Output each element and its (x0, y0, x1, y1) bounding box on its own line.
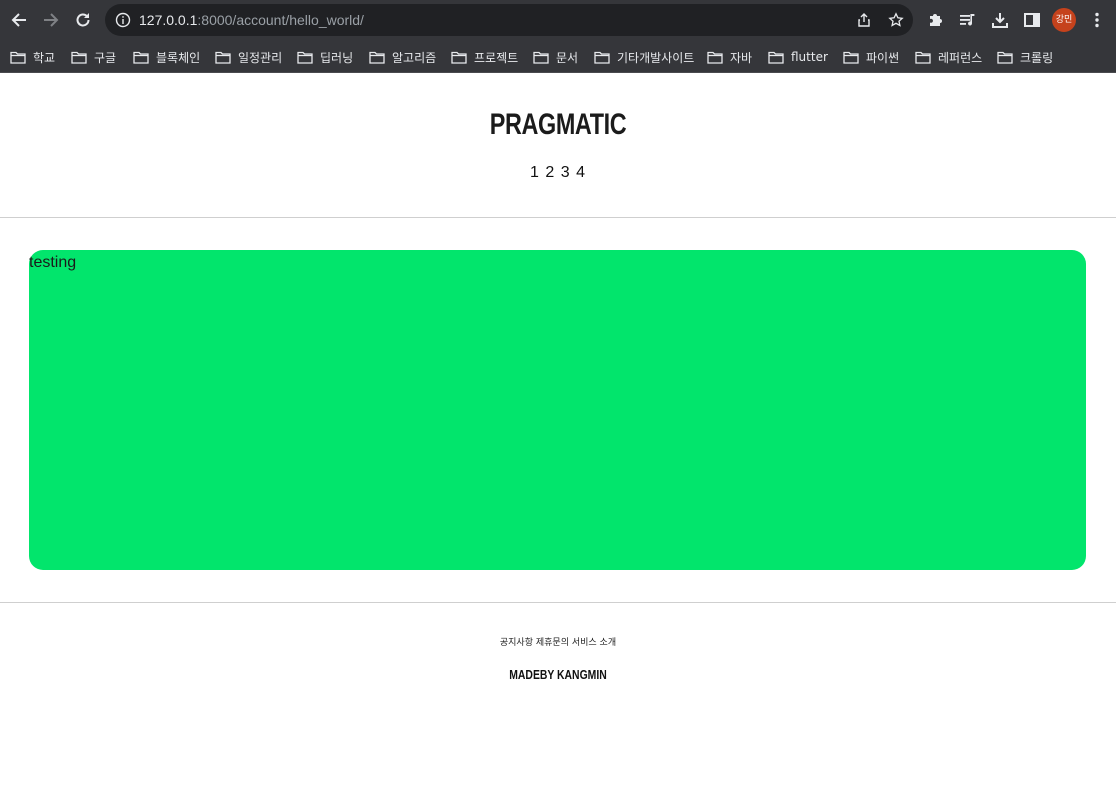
bookmark-item[interactable]: flutter (768, 48, 828, 66)
bookmark-star-icon[interactable] (888, 12, 904, 28)
bookmark-item[interactable]: 자바 (707, 48, 752, 66)
back-button[interactable] (7, 8, 31, 32)
bookmark-item[interactable]: 문서 (533, 48, 578, 66)
forward-arrow-icon (44, 13, 59, 27)
bookmark-label: 딥러닝 (320, 50, 354, 65)
bookmark-label: 문서 (556, 50, 579, 65)
menu-button[interactable] (1087, 10, 1107, 30)
bookmark-item[interactable]: 기타개발사이트 (594, 48, 694, 66)
reload-button[interactable] (71, 8, 95, 32)
bookmark-item[interactable]: 딥러닝 (297, 48, 353, 66)
bookmark-item[interactable]: 레퍼런스 (915, 48, 982, 66)
bookmark-label: 파이썬 (866, 50, 900, 65)
reload-icon (76, 13, 90, 27)
folder-icon (297, 51, 313, 64)
content-text: testing (29, 254, 77, 271)
forward-button[interactable] (39, 8, 63, 32)
profile-avatar[interactable]: 강민 (1052, 8, 1076, 32)
bookmark-label: flutter (791, 50, 828, 64)
url-text[interactable]: 127.0.0.1:8000/account/hello_world/ (139, 12, 364, 28)
bookmark-label: 레퍼런스 (938, 50, 983, 65)
folder-icon (369, 51, 385, 64)
info-icon[interactable] (115, 12, 131, 28)
kebab-menu-icon (1095, 12, 1099, 28)
content-box: testing (29, 250, 1086, 570)
bookmark-item[interactable]: 학교 (10, 48, 55, 66)
download-icon (992, 13, 1008, 28)
bookmark-label: 프로젝트 (474, 50, 519, 65)
extensions-button[interactable] (926, 10, 946, 30)
folder-icon (215, 51, 231, 64)
folder-icon (915, 51, 931, 64)
url-host: 127.0.0.1 (139, 12, 198, 28)
site-header: PRAGMATIC 1 2 3 4 (0, 74, 1116, 218)
bookmark-label: 크롤링 (1020, 50, 1054, 65)
footer-brand: MADEBY KANGMIN (509, 667, 607, 682)
bookmark-label: 학교 (33, 50, 56, 65)
side-panel-button[interactable] (1022, 10, 1042, 30)
bookmark-item[interactable]: 크롤링 (997, 48, 1053, 66)
downloads-button[interactable] (990, 10, 1010, 30)
folder-icon (594, 51, 610, 64)
puzzle-icon (930, 14, 942, 26)
bookmark-label: 알고리즘 (392, 50, 437, 65)
folder-icon (133, 51, 149, 64)
browser-toolbar: 127.0.0.1:8000/account/hello_world/ 강민 (0, 0, 1116, 40)
back-arrow-icon (11, 13, 26, 27)
side-panel-icon (1024, 13, 1040, 27)
bookmark-label: 구글 (94, 50, 117, 65)
bookmark-label: 자바 (730, 50, 753, 65)
address-bar[interactable]: 127.0.0.1:8000/account/hello_world/ (105, 4, 913, 36)
site-logo[interactable]: PRAGMATIC (123, 108, 993, 142)
url-path: :8000/account/hello_world/ (197, 12, 364, 28)
bookmark-item[interactable]: 알고리즘 (369, 48, 436, 66)
folder-icon (768, 51, 784, 64)
bookmark-item[interactable]: 파이썬 (843, 48, 899, 66)
bookmark-item[interactable]: 프로젝트 (451, 48, 518, 66)
music-queue-icon (960, 14, 975, 26)
media-control-button[interactable] (958, 10, 978, 30)
bookmark-label: 기타개발사이트 (617, 50, 695, 65)
folder-icon (10, 51, 26, 64)
folder-icon (843, 51, 859, 64)
bookmarks-bar: 학교 구글 블록체인 일정관리 딥러닝 알고리즘 프로젝트 문서 기타개발사이트 자바 flutte… (0, 40, 1116, 73)
site-nav[interactable]: 1 2 3 4 (0, 164, 1116, 182)
folder-icon (71, 51, 87, 64)
site-footer: 공지사항 제휴문의 서비스 소개 MADEBY KANGMIN (0, 602, 1116, 785)
folder-icon (451, 51, 467, 64)
bookmark-item[interactable]: 구글 (71, 48, 116, 66)
bookmark-label: 일정관리 (238, 50, 283, 65)
folder-icon (533, 51, 549, 64)
folder-icon (707, 51, 723, 64)
share-icon[interactable] (856, 12, 872, 28)
footer-links[interactable]: 공지사항 제휴문의 서비스 소개 (0, 635, 1116, 648)
bookmark-item[interactable]: 일정관리 (215, 48, 282, 66)
bookmark-label: 블록체인 (156, 50, 201, 65)
bookmark-item[interactable]: 블록체인 (133, 48, 200, 66)
folder-icon (997, 51, 1013, 64)
